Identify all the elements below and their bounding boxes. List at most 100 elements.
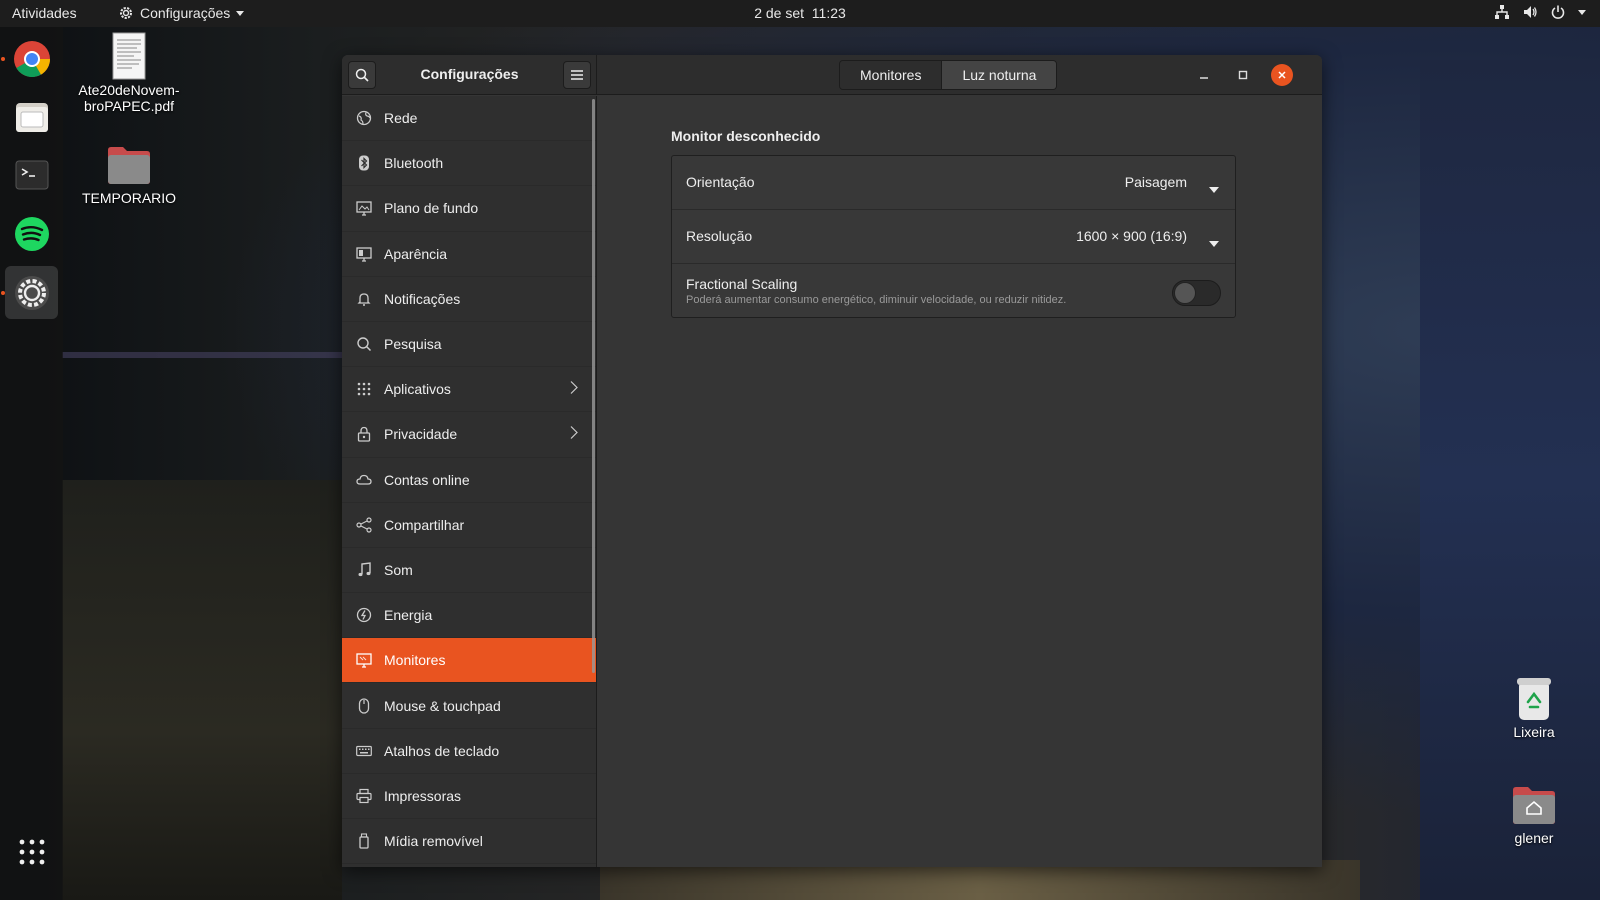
monitor-settings-list: Orientação Paisagem Resolução 1600 × 900… — [671, 155, 1236, 318]
chevron-down-icon — [236, 10, 245, 16]
maximize-icon — [1238, 70, 1248, 80]
bell-icon — [356, 291, 372, 307]
sidebar-scrollbar[interactable] — [592, 99, 595, 673]
app-menu-label: Configurações — [140, 5, 231, 21]
clock-date[interactable]: 2 de set — [754, 5, 804, 21]
desktop-trash-label: Lixeira — [1513, 724, 1555, 740]
sidebar-item-privacidade[interactable]: Privacidade — [342, 412, 596, 458]
sidebar-item-pesquisa[interactable]: Pesquisa — [342, 322, 596, 368]
sidebar-item-label: Impressoras — [384, 787, 462, 804]
orientation-value[interactable]: Paisagem — [1125, 174, 1187, 190]
pdf-icon — [112, 32, 146, 80]
sidebar-header: Configurações — [342, 55, 597, 95]
tab-monitores[interactable]: Monitores — [840, 61, 942, 89]
background-icon — [356, 200, 372, 217]
appearance-icon — [356, 246, 372, 262]
sidebar-item-aplicativos[interactable]: Aplicativos — [342, 367, 596, 413]
search-button[interactable] — [348, 61, 376, 89]
sidebar-item-label: Plano de fundo — [384, 200, 479, 217]
sidebar-item-label: Pesquisa — [384, 336, 442, 353]
trash-icon — [1517, 678, 1551, 720]
sidebar-item-bluetooth[interactable]: Bluetooth — [342, 141, 596, 187]
share-icon — [356, 517, 372, 533]
usb-icon — [356, 833, 372, 849]
view-switcher: Monitores Luz noturna — [839, 60, 1058, 90]
close-button[interactable] — [1271, 64, 1293, 86]
desktop-home-folder[interactable]: glener — [1494, 784, 1574, 846]
settings-window: Configurações Monitores Luz noturna Rede — [342, 55, 1322, 867]
sidebar-item-aparencia[interactable]: Aparência — [342, 232, 596, 277]
chevron-down-icon — [1209, 234, 1219, 252]
bluetooth-icon — [356, 155, 372, 171]
sidebar-item-atalhos-de-teclado[interactable]: Atalhos de teclado — [342, 729, 596, 774]
apps-grid-icon — [19, 839, 44, 864]
sidebar-item-monitores[interactable]: Monitores — [342, 638, 596, 684]
sidebar-item-label: Monitores — [384, 652, 446, 669]
lock-icon — [356, 426, 372, 443]
show-apps-button[interactable] — [5, 825, 58, 878]
desktop-pdf-file[interactable]: Ate20deNovem- broPAPEC.pdf — [70, 32, 188, 114]
app-menu[interactable]: Configurações — [118, 5, 245, 21]
chevron-right-icon — [570, 381, 578, 398]
minimize-icon — [1200, 77, 1208, 79]
home-folder-icon — [1513, 787, 1555, 824]
dock-settings[interactable] — [5, 266, 58, 319]
power-icon — [356, 607, 372, 623]
sidebar-item-energia[interactable]: Energia — [342, 593, 596, 639]
monitor-name-heading: Monitor desconhecido — [671, 128, 821, 144]
power-icon — [1551, 5, 1565, 19]
tab-luz-noturna[interactable]: Luz noturna — [941, 61, 1057, 89]
system-tray[interactable] — [1494, 4, 1586, 20]
sidebar-item-contas-online[interactable]: Contas online — [342, 458, 596, 503]
dock-spotify[interactable] — [5, 207, 58, 260]
header-bar: Configurações Monitores Luz noturna — [342, 55, 1322, 95]
settings-sidebar: Rede Bluetooth Plano de fundo Aparência … — [342, 96, 597, 867]
resolution-row[interactable]: Resolução 1600 × 900 (16:9) — [672, 210, 1235, 264]
top-bar: Atividades Configurações 2 de set 11:23 — [0, 0, 1600, 27]
printer-icon — [356, 788, 372, 804]
sidebar-item-som[interactable]: Som — [342, 548, 596, 594]
sidebar-item-label: Privacidade — [384, 426, 458, 443]
wallpaper-stripe — [62, 352, 342, 358]
minimize-button[interactable] — [1193, 64, 1215, 86]
sidebar-item-label: Contas online — [384, 471, 470, 488]
apps-icon — [356, 381, 372, 397]
desktop-trash[interactable]: Lixeira — [1494, 676, 1574, 740]
window-title: Configurações — [420, 66, 519, 82]
fractional-scaling-switch[interactable] — [1172, 280, 1221, 306]
desktop-folder-temporario[interactable]: TEMPORARIO — [70, 144, 188, 206]
gear-icon — [120, 7, 132, 19]
sidebar-item-notificacoes[interactable]: Notificações — [342, 277, 596, 322]
wallpaper-sign — [1420, 60, 1600, 900]
desktop-pdf-label-line1: Ate20deNovem- — [78, 82, 180, 98]
orientation-label: Orientação — [686, 174, 755, 190]
desktop-folder-label: TEMPORARIO — [81, 190, 177, 206]
desktop-pdf-label-line2: broPAPEC.pdf — [83, 98, 174, 114]
network-icon — [1495, 5, 1509, 19]
sidebar-item-impressoras[interactable]: Impressoras — [342, 774, 596, 819]
maximize-button[interactable] — [1232, 64, 1254, 86]
activities-button[interactable]: Atividades — [12, 5, 77, 21]
search-icon — [355, 68, 369, 82]
menu-button[interactable] — [563, 61, 591, 89]
orientation-row[interactable]: Orientação Paisagem — [672, 156, 1235, 210]
dock-chrome[interactable] — [5, 32, 58, 85]
sidebar-item-label: Atalhos de teclado — [384, 742, 500, 759]
clock-time[interactable]: 11:23 — [812, 5, 846, 21]
wallpaper-platform — [62, 480, 342, 900]
sidebar-item-midia-removivel[interactable]: Mídia removível — [342, 819, 596, 865]
volume-icon — [1524, 6, 1537, 18]
sidebar-item-rede[interactable]: Rede — [342, 96, 596, 142]
resolution-value[interactable]: 1600 × 900 (16:9) — [1076, 228, 1187, 244]
sidebar-item-label: Energia — [384, 607, 433, 624]
keyboard-icon — [356, 743, 372, 759]
fractional-scaling-description: Poderá aumentar consumo energético, dimi… — [686, 294, 1067, 306]
monitors-panel: Monitor desconhecido Orientação Paisagem… — [598, 96, 1322, 867]
sidebar-item-mouse-touchpad[interactable]: Mouse & touchpad — [342, 683, 596, 729]
spotify-icon — [14, 216, 49, 251]
sidebar-item-plano-de-fundo[interactable]: Plano de fundo — [342, 186, 596, 232]
resolution-label: Resolução — [686, 228, 753, 244]
sidebar-item-compartilhar[interactable]: Compartilhar — [342, 503, 596, 548]
dock-files[interactable] — [5, 90, 58, 143]
dock-terminal[interactable] — [5, 148, 58, 201]
